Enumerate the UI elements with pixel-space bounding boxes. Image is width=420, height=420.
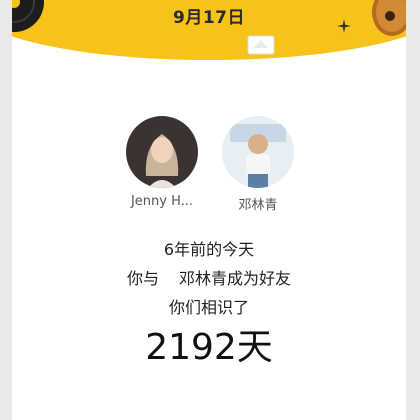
- friend-name-1: Jenny H...: [130, 194, 194, 209]
- memory-date: 9月17日: [173, 8, 245, 28]
- days-count: 2192天: [145, 327, 273, 368]
- known-label: 你们相识了: [168, 298, 249, 317]
- friendship-prefix: 你与: [126, 269, 159, 288]
- friendship-text: 你与 邓林青成为好友: [12, 265, 406, 289]
- memory-card: 9月17日 Jenny H... 邓林青 6年前的今天 你与 邓林青成为好友 你们…: [12, 0, 406, 420]
- friend-avatar-jenny[interactable]: [126, 116, 198, 188]
- friend-avatar-denglinqing[interactable]: [222, 116, 294, 188]
- friendship-rest: 邓林青成为好友: [179, 269, 292, 288]
- years-ago-text: 6年前的今天: [163, 240, 255, 259]
- paper-plane-icon: [247, 35, 275, 55]
- user-photo-icon: [126, 116, 198, 188]
- user-photo-icon: [222, 116, 294, 188]
- friend-name-2: 邓林青: [238, 198, 278, 213]
